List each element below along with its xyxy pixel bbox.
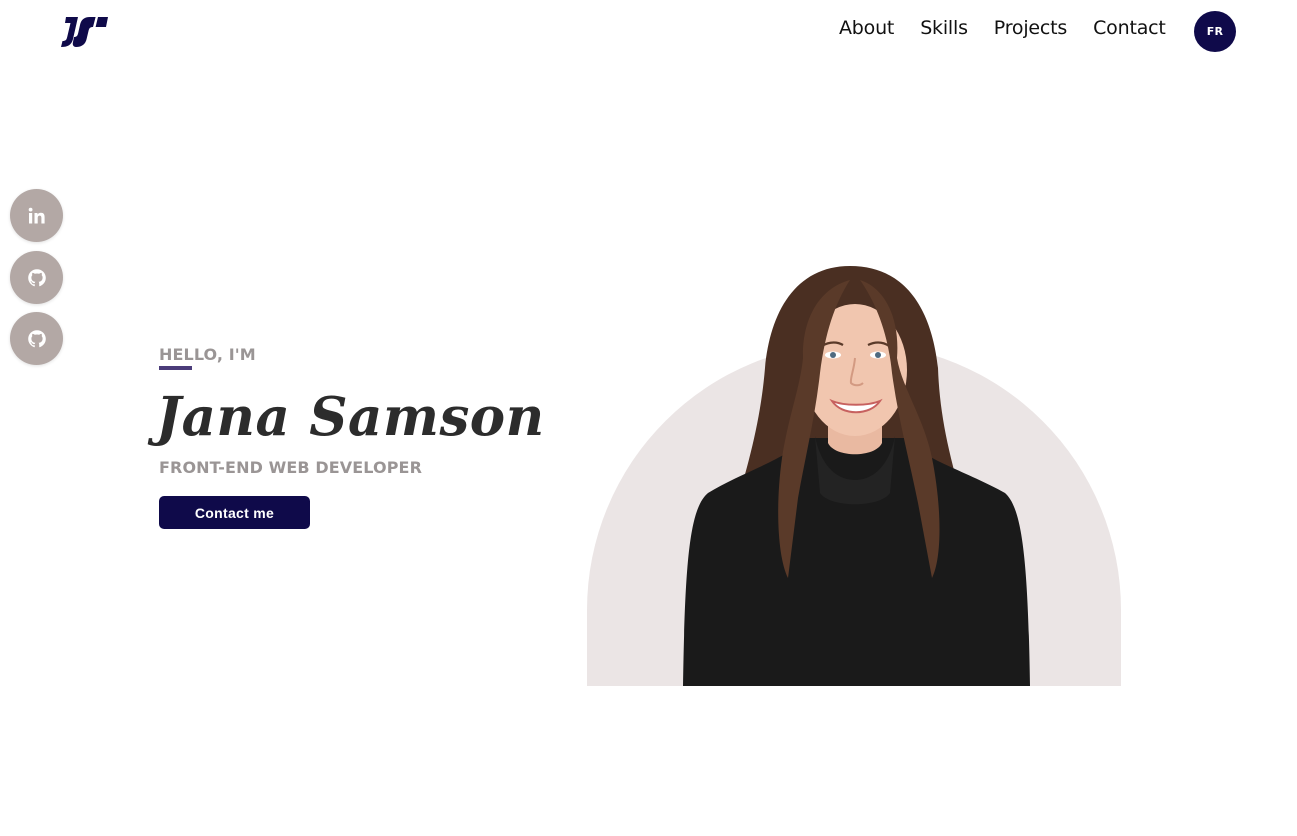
page: About Skills Projects Contact FR HELLO, … bbox=[0, 0, 1297, 836]
portrait-image bbox=[683, 266, 1030, 686]
linkedin-button[interactable] bbox=[10, 189, 63, 242]
hero-role: FRONT-END WEB DEVELOPER bbox=[159, 458, 422, 477]
nav-link-about[interactable]: About bbox=[839, 17, 894, 39]
nav-link-skills[interactable]: Skills bbox=[920, 17, 968, 39]
hero-name: Jana Samson bbox=[156, 386, 545, 448]
github-icon bbox=[27, 268, 46, 286]
contact-me-button[interactable]: Contact me bbox=[159, 496, 310, 529]
linkedin-icon bbox=[28, 207, 45, 223]
github-button[interactable] bbox=[10, 312, 63, 365]
logo-mark bbox=[61, 17, 108, 47]
nav-link-contact[interactable]: Contact bbox=[1093, 17, 1166, 39]
nav-link-projects[interactable]: Projects bbox=[994, 17, 1068, 39]
greeting-underline bbox=[159, 366, 192, 370]
greeting-text: HELLO, I'M bbox=[159, 345, 256, 364]
language-toggle-button[interactable]: FR bbox=[1194, 11, 1236, 52]
github-icon bbox=[27, 329, 46, 347]
github-button[interactable] bbox=[10, 251, 63, 304]
logo[interactable] bbox=[60, 16, 108, 48]
main-nav: About Skills Projects Contact bbox=[839, 17, 1166, 39]
